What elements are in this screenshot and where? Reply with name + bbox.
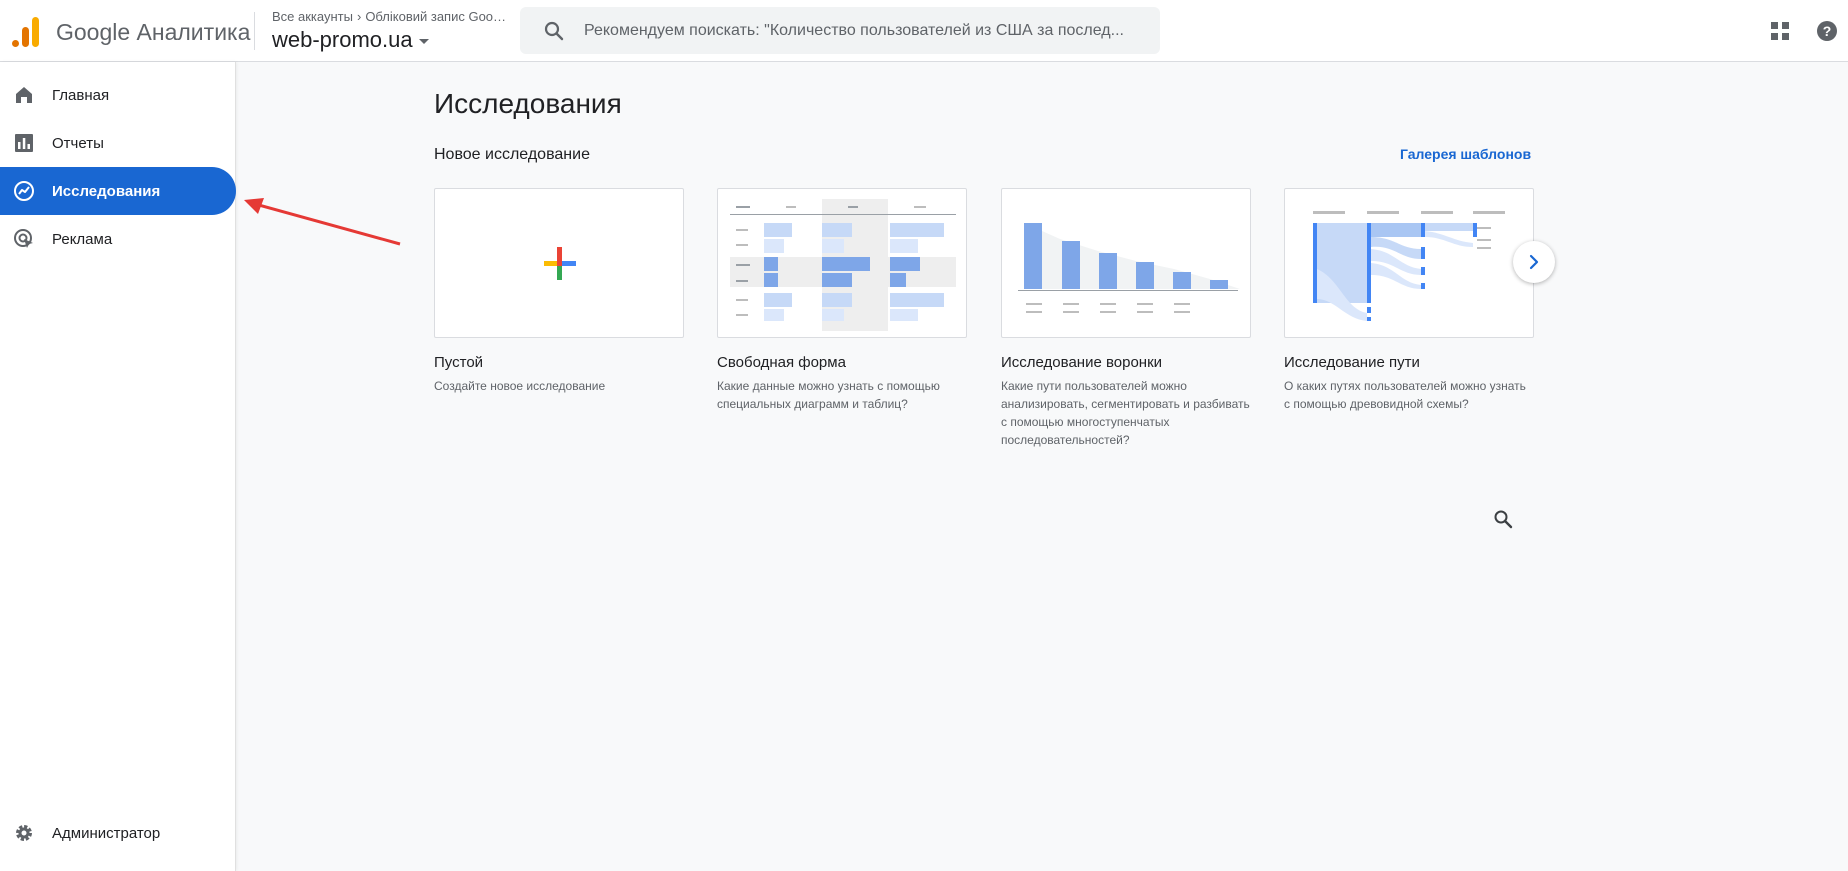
card-thumbnail: [1001, 188, 1251, 338]
sidebar-item-label: Отчеты: [52, 134, 104, 152]
template-gallery-link[interactable]: Галерея шаблонов: [1400, 146, 1531, 162]
svg-text:?: ?: [1823, 23, 1832, 39]
sidebar-item-label: Реклама: [52, 230, 113, 248]
sidebar-item-reports[interactable]: Отчеты: [0, 119, 236, 167]
brand-name[interactable]: Google Аналитика: [56, 19, 250, 46]
chevron-right-icon: ›: [356, 9, 362, 24]
card-free-form[interactable]: Свободная форма Какие данные можно узнат…: [717, 188, 967, 413]
property-selector[interactable]: web-promo.ua: [272, 27, 429, 53]
sidebar-item-home[interactable]: Главная: [0, 71, 236, 119]
table-illustration: [730, 199, 956, 331]
card-funnel-exploration[interactable]: Исследование воронки Какие пути пользова…: [1001, 188, 1251, 449]
card-thumbnail: [717, 188, 967, 338]
gear-icon: [13, 822, 35, 844]
analytics-logo-icon[interactable]: [10, 15, 40, 47]
card-blank[interactable]: Пустой Создайте новое исследование: [434, 188, 684, 395]
header-divider: [254, 12, 255, 50]
search-icon[interactable]: [1492, 508, 1514, 530]
card-description: О каких путях пользователей можно узнать…: [1284, 379, 1526, 411]
property-name: web-promo.ua: [272, 27, 413, 52]
funnel-illustration: [1018, 223, 1240, 313]
card-thumbnail: [1284, 188, 1534, 338]
annotation-arrow: [244, 198, 401, 246]
sidebar-item-admin[interactable]: Администратор: [0, 809, 236, 857]
plus-icon: [544, 247, 576, 280]
explore-icon: [13, 180, 35, 202]
sidebar-item-explore[interactable]: Исследования: [0, 167, 236, 215]
bar-chart-icon: [13, 132, 35, 154]
advertising-icon: [13, 228, 35, 250]
breadcrumb-all-accounts[interactable]: Все аккаунты: [272, 9, 353, 24]
card-title: Свободная форма: [717, 354, 846, 371]
carousel-next-button[interactable]: [1513, 241, 1555, 283]
search-input[interactable]: Рекомендуем поискать: "Количество пользо…: [584, 22, 1154, 40]
card-description: Какие данные можно узнать с помощью спец…: [717, 379, 940, 411]
breadcrumb-account[interactable]: Обліковий запис Goog...: [365, 9, 510, 24]
help-icon[interactable]: ?: [1816, 20, 1838, 42]
page-title: Исследования: [434, 88, 622, 119]
sidebar-item-label: Исследования: [52, 182, 161, 200]
search-icon: [544, 21, 564, 40]
card-description: Создайте новое исследование: [434, 379, 606, 393]
card-title: Исследование пути: [1284, 354, 1420, 371]
search-bar[interactable]: Рекомендуем поискать: "Количество пользо…: [520, 7, 1160, 54]
card-description: Какие пути пользователей можно анализиро…: [1001, 379, 1250, 447]
home-icon: [13, 84, 35, 106]
sidebar-item-advertising[interactable]: Реклама: [0, 215, 236, 263]
caret-down-icon: [418, 39, 429, 44]
sidebar-item-label: Главная: [52, 86, 110, 104]
account-breadcrumb[interactable]: Все аккаунты › Обліковий запис Goog...: [272, 9, 510, 24]
apps-grid-icon[interactable]: [1770, 21, 1790, 41]
sidebar: Главная Отчеты Исследования Реклама Адми…: [0, 62, 236, 871]
card-thumbnail: [434, 188, 684, 338]
chevron-right-icon: [1529, 254, 1539, 270]
card-title: Пустой: [434, 354, 484, 371]
sidebar-item-label: Администратор: [52, 824, 161, 842]
path-tree-illustration: [1313, 211, 1505, 321]
card-path-exploration[interactable]: Исследование пути О каких путях пользова…: [1284, 188, 1534, 413]
section-title: Новое исследование: [434, 146, 590, 163]
top-header: Google Аналитика Все аккаунты › Обліковий …: [0, 0, 1848, 62]
card-title: Исследование воронки: [1001, 354, 1163, 371]
